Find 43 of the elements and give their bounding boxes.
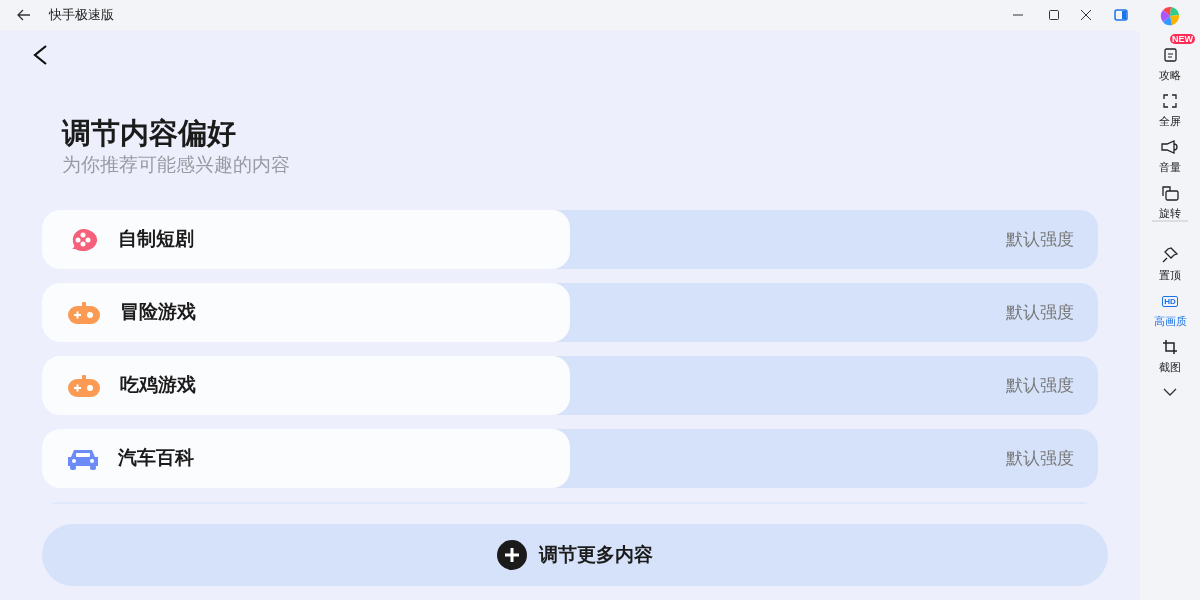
- sidebar-button[interactable]: 全屏: [1145, 82, 1195, 128]
- app-logo-icon: [1160, 6, 1180, 26]
- strength-label: 默认强度: [1006, 448, 1074, 470]
- strength-label: 默认强度: [1006, 302, 1074, 324]
- close-icon[interactable]: [1080, 9, 1092, 21]
- sidebar-button[interactable]: HD 高画质: [1145, 282, 1195, 328]
- rotate-screen-icon: [1161, 185, 1179, 201]
- strength-label: 默认强度: [1006, 229, 1074, 251]
- category-name: 吃鸡游戏: [120, 373, 196, 398]
- slider-fill[interactable]: [42, 429, 570, 488]
- back-arrow-icon[interactable]: [17, 9, 31, 21]
- preference-slider[interactable]: 吃鸡游戏 默认强度: [42, 356, 1098, 415]
- slider-fill[interactable]: [42, 356, 570, 415]
- plus-icon: [497, 540, 527, 570]
- category-name: 汽车百科: [118, 446, 194, 471]
- strength-label: 默认强度: [1006, 375, 1074, 397]
- adjust-more-button[interactable]: 调节更多内容: [42, 524, 1108, 586]
- side-panel-icon[interactable]: [1114, 9, 1128, 21]
- slider-fill[interactable]: [42, 210, 570, 269]
- window-title: 快手极速版: [49, 6, 114, 25]
- pin-icon: [1162, 247, 1178, 263]
- preference-slider[interactable]: 自制短剧 默认强度: [42, 210, 1098, 269]
- hd-badge: HD: [1162, 295, 1178, 307]
- sidebar-button[interactable]: 音量: [1145, 128, 1195, 174]
- sidebar-button[interactable]: 旋转: [1145, 174, 1195, 220]
- chevron-down-icon[interactable]: [1163, 388, 1177, 396]
- crop-icon: [1162, 339, 1178, 355]
- new-badge: NEW: [1170, 34, 1195, 44]
- back-icon[interactable]: [32, 44, 48, 66]
- note-icon: [1163, 48, 1177, 62]
- speaker-icon: [1161, 140, 1179, 154]
- sidebar-button[interactable]: NEW 攻略: [1145, 36, 1195, 82]
- category-name: 自制短剧: [118, 227, 194, 252]
- page-title: 调节内容偏好: [62, 116, 237, 151]
- sidebar-button[interactable]: 截图: [1145, 328, 1195, 374]
- maximize-icon[interactable]: [1048, 9, 1060, 21]
- fullscreen-icon: [1163, 94, 1177, 108]
- slider-fill[interactable]: [42, 283, 570, 342]
- sidebar-button[interactable]: 置顶: [1145, 236, 1195, 282]
- category-name: 冒险游戏: [120, 300, 196, 325]
- preference-slider[interactable]: 汽车百科 默认强度: [42, 429, 1098, 488]
- preference-slider[interactable]: 冒险游戏 默认强度: [42, 283, 1098, 342]
- page-subtitle: 为你推荐可能感兴趣的内容: [62, 153, 291, 177]
